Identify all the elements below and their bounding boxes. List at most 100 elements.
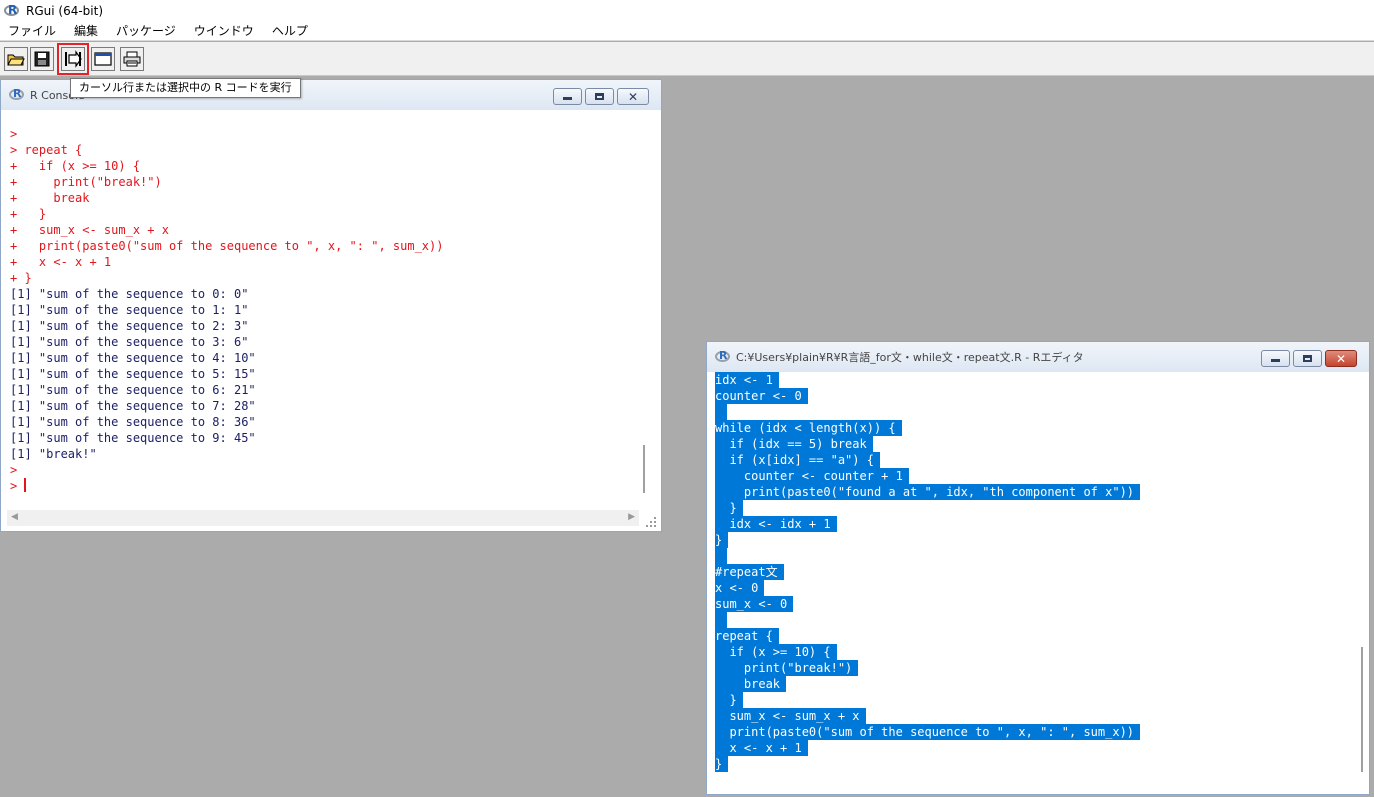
menu-file[interactable]: ファイル [0, 22, 65, 41]
console-line: [1] "sum of the sequence to 0: 0" [10, 287, 249, 301]
menu-help[interactable]: ヘルプ [263, 22, 317, 41]
r-logo-icon: R [715, 349, 731, 364]
selected-text: } [715, 532, 729, 548]
console-line: + x <- x + 1 [10, 255, 112, 269]
console-line: > [10, 127, 18, 141]
r-logo-icon: R [9, 87, 25, 102]
open-script-button[interactable] [4, 47, 28, 71]
console-scroll-thumb[interactable] [643, 445, 645, 493]
print-button[interactable] [120, 47, 144, 71]
console-line: + print("break!") [10, 175, 162, 189]
selected-text [715, 612, 727, 628]
save-button[interactable] [30, 47, 54, 71]
open-script-icon [7, 51, 25, 67]
console-window-icon [94, 51, 112, 67]
console-line: > [10, 463, 18, 477]
close-icon: ✕ [1335, 351, 1347, 366]
editor-line [715, 612, 1140, 628]
console-line: + } [10, 271, 32, 285]
selected-text: } [715, 692, 743, 708]
console-prompt-text: > [10, 479, 25, 493]
menu-windows[interactable]: ウインドウ [185, 22, 263, 41]
save-icon [34, 51, 50, 67]
console-line: + print(paste0("sum of the sequence to "… [10, 239, 444, 253]
editor-vertical-scrollbar[interactable] [1356, 372, 1368, 790]
console-line: + break [10, 191, 90, 205]
console-minimize-button[interactable] [553, 88, 582, 105]
menu-bar: ファイル 編集 パッケージ ウインドウ ヘルプ [0, 22, 1374, 41]
editor-scroll-thumb[interactable] [1361, 647, 1363, 772]
console-close-button[interactable]: ✕ [617, 88, 649, 105]
console-line: [1] "sum of the sequence to 2: 3" [10, 319, 249, 333]
selected-text: print("break!") [715, 660, 859, 676]
text-cursor [24, 478, 27, 492]
editor-line: } [715, 692, 1140, 708]
console-line: [1] "sum of the sequence to 3: 6" [10, 335, 249, 349]
selected-text: sum_x <- 0 [715, 596, 794, 612]
scroll-right-icon[interactable]: ▶ [628, 512, 635, 522]
console-window-button[interactable] [91, 47, 115, 71]
editor-line: #repeat文 [715, 564, 1140, 580]
console-output[interactable]: > > repeat {+ if (x >= 10) {+ print("brea… [7, 110, 639, 510]
editor-line: } [715, 500, 1140, 516]
minimize-icon [1271, 359, 1280, 362]
console-line: + if (x >= 10) { [10, 159, 141, 173]
selected-text: if (x >= 10) { [715, 644, 837, 660]
console-line: [1] "sum of the sequence to 9: 45" [10, 431, 256, 445]
editor-text-area[interactable]: idx <- 1 counter <- 0 while (idx < length… [714, 372, 1356, 790]
selected-text: print(paste0("sum of the sequence to ", … [715, 724, 1141, 740]
editor-line: sum_x <- 0 [715, 596, 1140, 612]
selected-text: repeat { [715, 628, 779, 644]
editor-maximize-button[interactable] [1293, 350, 1322, 367]
editor-line: idx <- 1 [715, 372, 1140, 388]
app-title-bar: R RGui (64-bit) [0, 0, 1374, 22]
selected-text: } [715, 756, 729, 772]
console-line: [1] "sum of the sequence to 7: 28" [10, 399, 256, 413]
menu-packages[interactable]: パッケージ [107, 22, 185, 41]
selected-text: #repeat文 [715, 564, 784, 580]
console-line: [1] "sum of the sequence to 5: 15" [10, 367, 256, 381]
r-editor-window: R C:¥Users¥plain¥R¥R言語_for文・while文・repea… [706, 341, 1370, 795]
minimize-icon [563, 97, 572, 100]
toolbar [0, 42, 1374, 76]
editor-lines: idx <- 1 counter <- 0 while (idx < length… [715, 372, 1141, 772]
app-title: RGui (64-bit) [26, 4, 104, 18]
editor-line [715, 548, 1140, 564]
selected-text: break [715, 676, 787, 692]
run-button-highlight [57, 43, 89, 75]
editor-minimize-button[interactable] [1261, 350, 1290, 367]
scroll-left-icon[interactable]: ◀ [11, 512, 18, 522]
console-line: [1] "break!" [10, 447, 97, 461]
selected-text: if (idx == 5) break [715, 436, 873, 452]
console-line: + } [10, 207, 47, 221]
maximize-icon [595, 93, 604, 100]
selected-text: print(paste0("found a at ", idx, "th com… [715, 484, 1141, 500]
editor-title: C:¥Users¥plain¥R¥R言語_for文・while文・repeat文… [736, 351, 1084, 364]
console-prompt[interactable]: > [10, 478, 443, 494]
editor-title-bar[interactable]: R C:¥Users¥plain¥R¥R言語_for文・while文・repea… [707, 342, 1369, 372]
editor-line: x <- 0 [715, 580, 1140, 596]
editor-line: while (idx < length(x)) { [715, 420, 1140, 436]
editor-line: x <- x + 1 [715, 740, 1140, 756]
r-logo-icon: R [4, 3, 20, 18]
console-horizontal-scrollbar[interactable]: ◀ ▶ [7, 510, 639, 526]
console-maximize-button[interactable] [585, 88, 614, 105]
selected-text: idx <- idx + 1 [715, 516, 837, 532]
editor-close-button[interactable]: ✕ [1325, 350, 1357, 367]
editor-line: idx <- idx + 1 [715, 516, 1140, 532]
console-line: [1] "sum of the sequence to 6: 21" [10, 383, 256, 397]
editor-line: if (idx == 5) break [715, 436, 1140, 452]
selected-text: if (x[idx] == "a") { [715, 452, 880, 468]
run-line-tooltip: カーソル行または選択中の R コードを実行 [70, 78, 301, 98]
maximize-icon [1303, 355, 1312, 362]
r-console-window: R R Console ✕ > > repeat {+ if (x >= 10) … [0, 79, 662, 532]
editor-line [715, 404, 1140, 420]
menu-edit[interactable]: 編集 [65, 22, 107, 41]
selected-text: while (idx < length(x)) { [715, 420, 902, 436]
console-line: [1] "sum of the sequence to 1: 1" [10, 303, 249, 317]
selected-text: sum_x <- sum_x + x [715, 708, 866, 724]
console-vertical-scrollbar[interactable] [639, 110, 655, 510]
console-resize-grip-icon[interactable] [645, 516, 657, 528]
editor-line: break [715, 676, 1140, 692]
editor-line: print(paste0("found a at ", idx, "th com… [715, 484, 1141, 500]
